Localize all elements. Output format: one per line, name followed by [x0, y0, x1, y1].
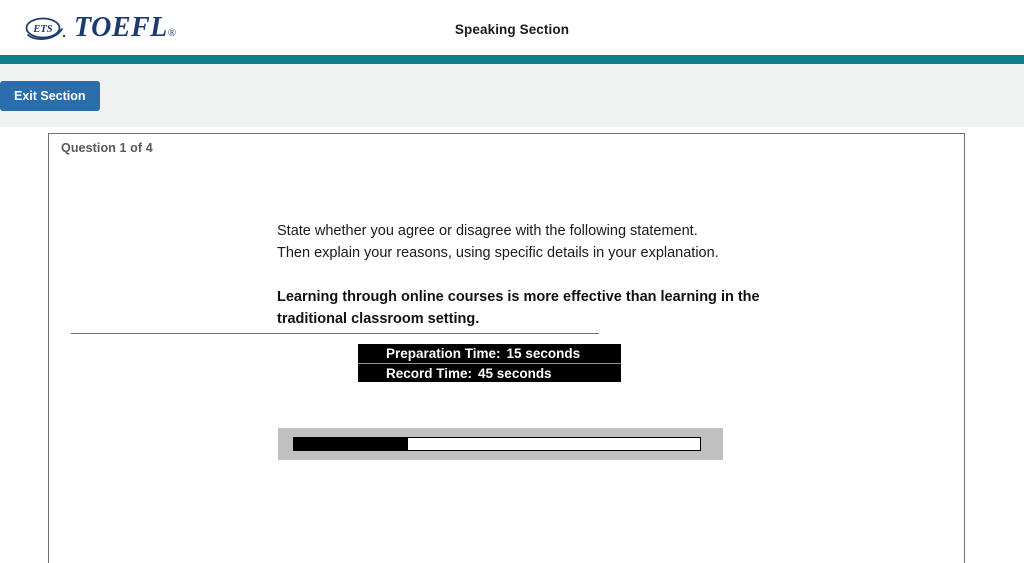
- preparation-time-row: Preparation Time: 15 seconds: [358, 344, 621, 363]
- section-divider: [71, 333, 599, 334]
- record-time-label: Record Time:: [386, 366, 473, 381]
- toolbar: Exit Section: [0, 64, 1024, 127]
- section-title: Speaking Section: [454, 22, 570, 37]
- prompt-line-2: Then explain your reasons, using specifi…: [277, 244, 719, 261]
- exit-section-button[interactable]: Exit Section: [0, 81, 100, 111]
- question-counter: Question 1 of 4: [61, 141, 153, 155]
- record-time-row: Record Time: 45 seconds: [358, 363, 621, 382]
- statement-text: Learning through online courses is more …: [277, 289, 760, 327]
- prompt-area: State whether you agree or disagree with…: [277, 221, 837, 330]
- timing-block: Preparation Time: 15 seconds Record Time:…: [358, 344, 621, 382]
- progress-bar-frame: [278, 428, 723, 460]
- accent-rule: [0, 55, 1024, 64]
- progress-bar-track: [293, 437, 701, 451]
- prompt-line-1: State whether you agree or disagree with…: [277, 223, 698, 239]
- app-header: ETS TOEFL® Speaking Section: [0, 0, 1024, 55]
- question-panel: Question 1 of 4 State whether you agree …: [48, 133, 965, 563]
- preparation-time-value: 15 seconds: [506, 346, 581, 361]
- progress-bar-fill: [294, 438, 408, 450]
- preparation-time-label: Preparation Time:: [386, 346, 501, 361]
- record-time-value: 45 seconds: [478, 366, 552, 381]
